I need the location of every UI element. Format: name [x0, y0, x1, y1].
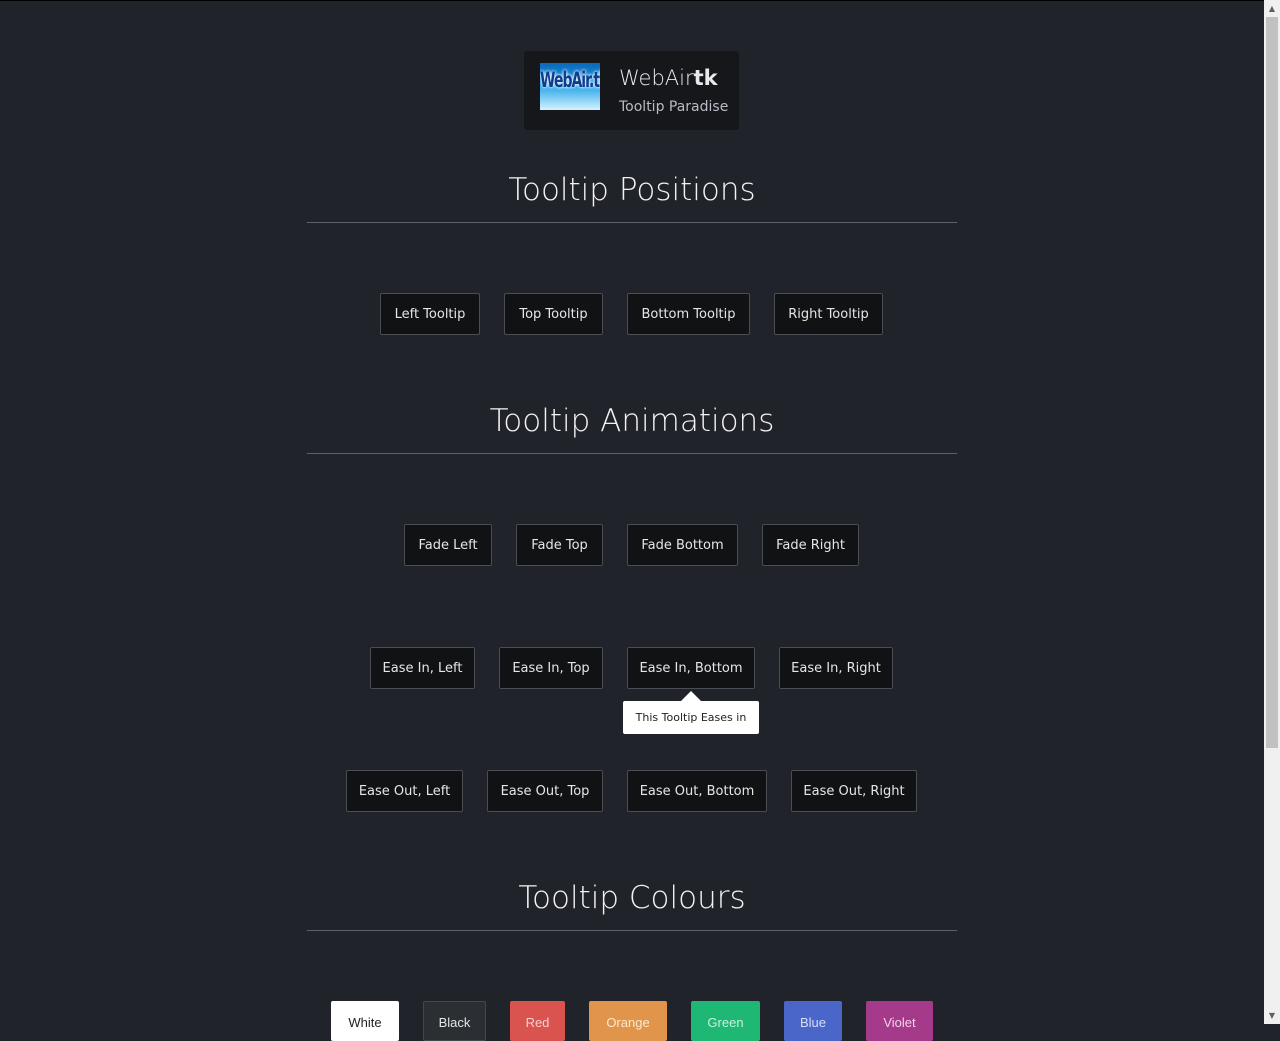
ease-out-right-button[interactable]: Ease Out, Right: [791, 770, 917, 812]
scrollbar-thumb[interactable]: [1266, 17, 1278, 748]
vertical-scrollbar[interactable]: ▲ ▼: [1264, 0, 1280, 1024]
blue-colour-button[interactable]: Blue: [784, 1001, 842, 1041]
ease-out-bottom-button[interactable]: Ease Out, Bottom: [627, 770, 767, 812]
green-colour-button[interactable]: Green: [691, 1001, 760, 1041]
violet-colour-button[interactable]: Violet: [866, 1001, 933, 1041]
top-tooltip-button[interactable]: Top Tooltip: [504, 293, 603, 335]
white-colour-button[interactable]: White: [331, 1001, 399, 1041]
ease-in-left-button[interactable]: Ease In, Left: [370, 647, 475, 689]
fade-top-button[interactable]: Fade Top: [516, 524, 603, 566]
left-tooltip-button[interactable]: Left Tooltip: [380, 293, 480, 335]
black-colour-button[interactable]: Black: [423, 1001, 486, 1041]
orange-colour-button[interactable]: Orange: [589, 1001, 667, 1041]
section-divider: [307, 222, 957, 223]
ease-in-top-button[interactable]: Ease In, Top: [499, 647, 603, 689]
brand-name-light: WebAir: [619, 66, 694, 90]
logo-wordmark: WebAir.tk: [540, 69, 600, 93]
tooltip-arrow: [681, 691, 701, 701]
scroll-down-arrow-icon[interactable]: ▼: [1264, 1007, 1280, 1024]
ease-in-bottom-button[interactable]: Ease In, Bottom: [627, 647, 755, 689]
right-tooltip-button[interactable]: Right Tooltip: [774, 293, 883, 335]
section-divider: [307, 930, 957, 931]
fade-left-button[interactable]: Fade Left: [404, 524, 492, 566]
fade-right-button[interactable]: Fade Right: [762, 524, 859, 566]
brand-name: WebAirtk: [619, 66, 718, 90]
brand-logo: WebAir.tk: [540, 63, 600, 110]
ease-out-top-button[interactable]: Ease Out, Top: [487, 770, 603, 812]
section-title-positions: Tooltip Positions: [508, 172, 756, 208]
red-colour-button[interactable]: Red: [510, 1001, 565, 1041]
section-divider: [307, 453, 957, 454]
bottom-tooltip-button[interactable]: Bottom Tooltip: [627, 293, 750, 335]
brand-tagline: Tooltip Paradise: [619, 99, 729, 115]
scroll-up-arrow-icon[interactable]: ▲: [1264, 0, 1280, 17]
section-title-colours: Tooltip Colours: [518, 880, 746, 916]
ease-in-right-button[interactable]: Ease In, Right: [779, 647, 893, 689]
fade-bottom-button[interactable]: Fade Bottom: [627, 524, 738, 566]
brand-name-bold: tk: [693, 66, 718, 90]
ease-in-bottom-tooltip: This Tooltip Eases in: [623, 701, 759, 734]
brand-card[interactable]: WebAir.tk WebAirtk Tooltip Paradise: [524, 51, 739, 130]
section-title-animations: Tooltip Animations: [489, 403, 775, 439]
page-content: WebAir.tk WebAirtk Tooltip Paradise Tool…: [0, 0, 1264, 1041]
ease-out-left-button[interactable]: Ease Out, Left: [346, 770, 463, 812]
